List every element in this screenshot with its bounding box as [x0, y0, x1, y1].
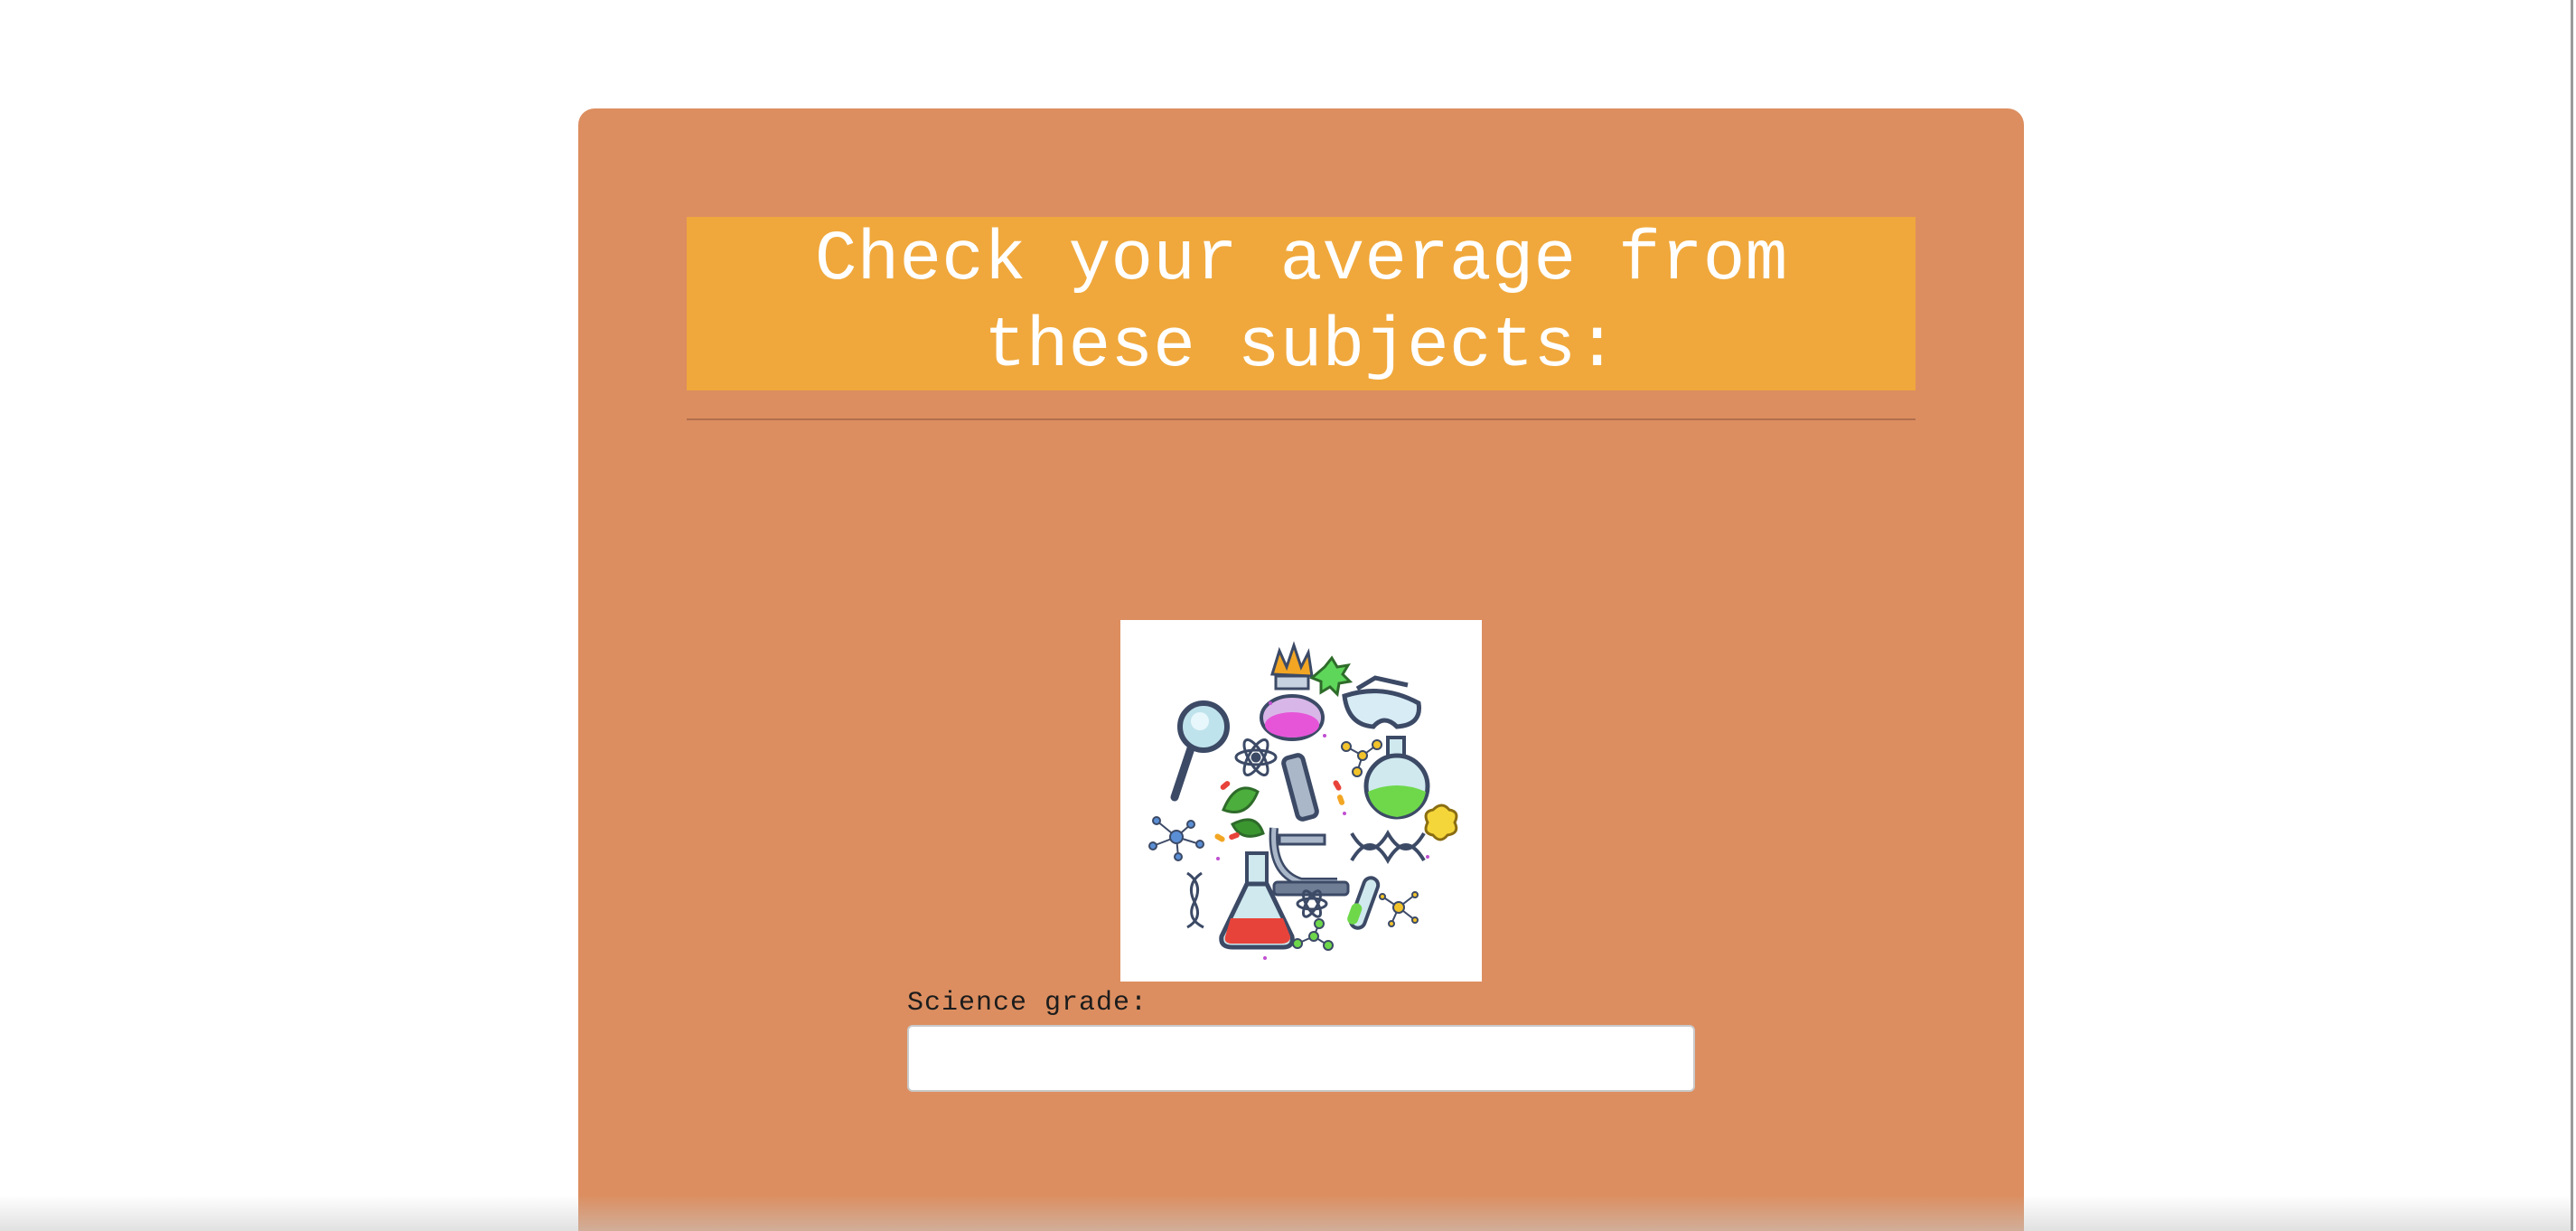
science-grade-input[interactable]	[907, 1025, 1695, 1092]
magnifier-icon	[1170, 700, 1230, 802]
page-title: Check your average from these subjects:	[814, 221, 1788, 387]
burner-flask-icon	[1260, 641, 1325, 741]
network-icon	[1148, 816, 1204, 861]
form-card: Check your average from these subjects:	[578, 108, 2024, 1231]
goggles-icon	[1342, 675, 1421, 729]
science-grade-label: Science grade:	[907, 988, 1148, 1019]
divider	[687, 418, 1916, 420]
title-banner: Check your average from these subjects:	[687, 217, 1916, 390]
vertical-scrollbar[interactable]	[2571, 0, 2576, 1231]
microscope-icon	[1269, 753, 1350, 897]
test-tube-icon	[1347, 876, 1381, 930]
atom-icon	[1234, 738, 1278, 776]
science-lab-icon	[1120, 620, 1482, 982]
bottom-shadow	[0, 1195, 2571, 1231]
dna-icon	[1350, 830, 1426, 864]
